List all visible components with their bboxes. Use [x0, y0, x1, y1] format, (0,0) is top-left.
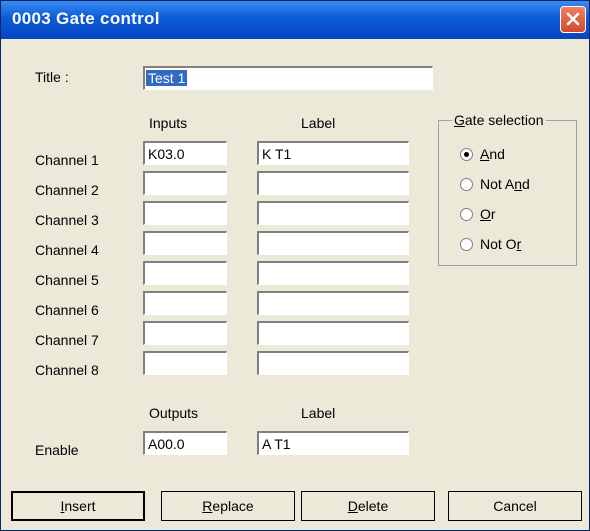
channel-1-label: Channel 1	[35, 152, 99, 168]
channel-7-label-input[interactable]	[257, 321, 409, 345]
channel-5-label-input[interactable]	[257, 261, 409, 285]
channel-2-input[interactable]	[143, 171, 227, 195]
replace-button-label: Replace	[202, 498, 254, 514]
channel-1-input[interactable]	[143, 141, 227, 165]
channel-3-input[interactable]	[143, 201, 227, 225]
channel-4-input[interactable]	[143, 231, 227, 255]
channel-8-input[interactable]	[143, 351, 227, 375]
replace-button[interactable]: Replace	[161, 491, 295, 521]
label-column-header: Label	[301, 115, 336, 131]
enable-output-input[interactable]	[143, 431, 227, 455]
delete-button[interactable]: Delete	[301, 491, 435, 521]
insert-button-label: Insert	[60, 498, 96, 514]
channel-6-label-input[interactable]	[257, 291, 409, 315]
inputs-column-header: Inputs	[149, 115, 188, 131]
channel-2-label: Channel 2	[35, 182, 99, 198]
channel-6-input[interactable]	[143, 291, 227, 315]
channel-5-label: Channel 5	[35, 272, 99, 288]
enable-label-input[interactable]	[257, 431, 409, 455]
title-bar[interactable]: 0003 Gate control	[1, 1, 589, 39]
channel-3-label: Channel 3	[35, 212, 99, 228]
title-label: Title :	[35, 69, 69, 85]
close-button[interactable]	[560, 6, 586, 33]
gate-option-not-and-label: Not And	[480, 176, 530, 192]
title-input-value: Test 1	[146, 70, 188, 86]
radio-and[interactable]	[460, 148, 473, 161]
channel-3-label-input[interactable]	[257, 201, 409, 225]
gate-option-and-label: And	[480, 146, 505, 162]
outputs-column-header: Outputs	[149, 405, 199, 421]
channel-5-input[interactable]	[143, 261, 227, 285]
cancel-button-label: Cancel	[493, 498, 537, 514]
channel-8-label-input[interactable]	[257, 351, 409, 375]
output-label-column-header: Label	[301, 405, 336, 421]
channel-6-label: Channel 6	[35, 302, 99, 318]
delete-button-label: Delete	[347, 498, 389, 514]
radio-not-and[interactable]	[460, 178, 473, 191]
gate-option-not-or-label: Not Or	[480, 236, 522, 252]
gate-selection-legend: Gate selection	[452, 112, 546, 128]
channel-1-label-input[interactable]	[257, 141, 409, 165]
channel-8-label: Channel 8	[35, 362, 99, 378]
title-input[interactable]: Test 1	[143, 66, 433, 90]
channel-7-input[interactable]	[143, 321, 227, 345]
cancel-button[interactable]: Cancel	[448, 491, 582, 521]
insert-button[interactable]: Insert	[11, 491, 145, 521]
channel-2-label-input[interactable]	[257, 171, 409, 195]
channel-4-label-input[interactable]	[257, 231, 409, 255]
channel-7-label: Channel 7	[35, 332, 99, 348]
window-title: 0003 Gate control	[12, 9, 160, 28]
radio-not-or[interactable]	[460, 238, 473, 251]
gate-control-dialog: 0003 Gate control Title : Test 1 Inputs …	[0, 0, 590, 531]
enable-label: Enable	[35, 442, 79, 458]
radio-or[interactable]	[460, 208, 473, 221]
close-icon	[566, 12, 580, 26]
channel-4-label: Channel 4	[35, 242, 99, 258]
radio-selected-dot	[464, 152, 469, 157]
gate-option-or-label: Or	[480, 206, 496, 222]
